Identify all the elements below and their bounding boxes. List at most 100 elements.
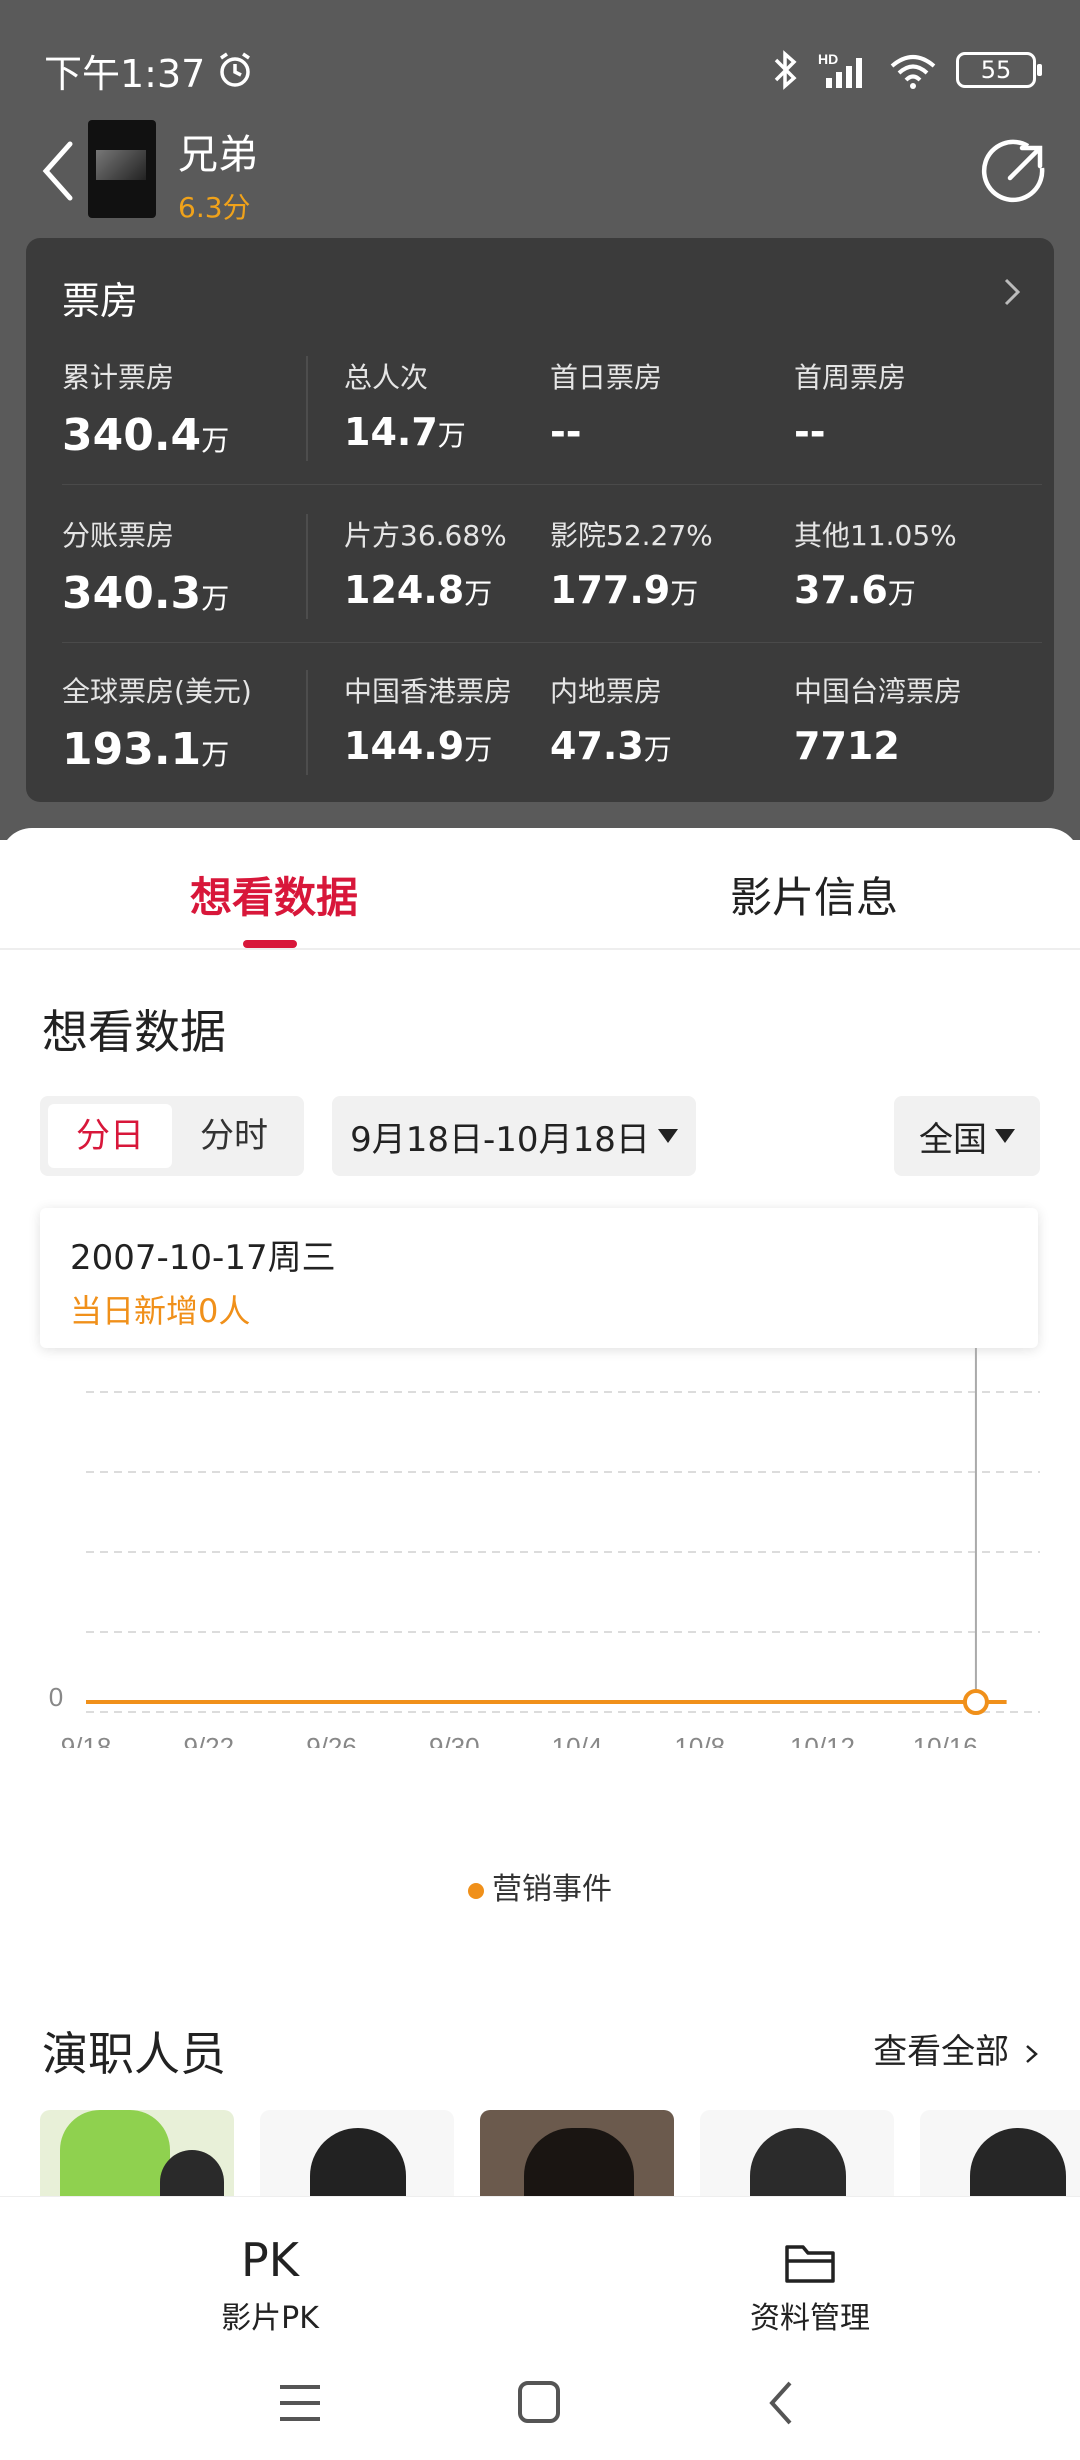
section-title: 想看数据 (42, 1005, 226, 1059)
bo-label: 其他11.05% (794, 519, 957, 552)
box-office-card[interactable]: 票房 累计票房 340.4万 总人次 14.7万 首日票房 -- 首周票房 -- 分账票… (26, 238, 1054, 802)
bo-label: 首日票房 (550, 361, 663, 394)
data-management-label: 资料管理 (750, 2301, 870, 2336)
divider (62, 642, 1042, 643)
cast-photo[interactable] (260, 2110, 454, 2196)
see-all-cast-link[interactable]: 查看全部 (873, 2024, 1040, 2073)
bo-unit: 万 (643, 733, 672, 766)
bo-label: 全球票房(美元) (62, 675, 252, 708)
bo-value: -- (794, 410, 826, 454)
menu-icon[interactable] (280, 2385, 320, 2421)
bo-label: 内地票房 (550, 675, 663, 708)
segment-by-day[interactable]: 分日 (48, 1104, 172, 1168)
x-tick-label: 10/4 (552, 1732, 603, 1748)
x-tick-label: 9/26 (306, 1732, 357, 1748)
bo-unit: 万 (201, 738, 230, 771)
back-icon[interactable] (769, 2381, 792, 2425)
x-tick-label: 9/30 (429, 1732, 480, 1748)
dropdown-caret-icon (657, 1129, 678, 1143)
dropdown-caret-icon (995, 1129, 1015, 1143)
box-office-row: 分账票房 340.3万 片方36.68% 124.8万 影院52.27% 177.9万… (62, 514, 1042, 619)
chart-legend[interactable]: 营销事件 (0, 1864, 1080, 1908)
segment-by-hour[interactable]: 分时 (172, 1104, 296, 1168)
movie-score: 6.3分 (178, 191, 251, 224)
bluetooth-icon (774, 50, 797, 90)
bo-label: 分账票房 (62, 519, 175, 552)
bo-unit: 万 (464, 733, 493, 766)
chevron-right-icon (1004, 278, 1021, 306)
tab-want-data[interactable]: 想看数据 (190, 864, 358, 925)
see-all-label: 查看全部 (873, 2032, 1010, 2072)
bo-label: 总人次 (344, 361, 429, 394)
box-office-row: 全球票房(美元) 193.1万 中国香港票房 144.9万 内地票房 47.3万 中国… (62, 670, 1042, 775)
granularity-toggle: 分日 分时 (40, 1096, 304, 1176)
movie-title: 兄弟 (178, 132, 258, 178)
want-line-chart[interactable]: 0 9/18 9/22 9/26 9/30 10/4 10/8 10/12 10/16 (0, 1348, 1080, 1748)
bo-value: 37.6 (794, 568, 888, 612)
home-icon[interactable] (518, 2381, 560, 2423)
back-arrow-icon[interactable] (30, 136, 90, 206)
x-tick-label: 10/8 (674, 1732, 725, 1748)
bo-value: 177.9 (550, 568, 671, 612)
data-management-button[interactable]: 资料管理 (700, 2217, 920, 2337)
x-tick-label: 9/22 (183, 1732, 234, 1748)
chart-tooltip: 2007-10-17周三 当日新增0人 (40, 1208, 1038, 1348)
tooltip-date: 2007-10-17周三 (70, 1238, 336, 1278)
bo-label: 累计票房 (62, 361, 175, 394)
data-point (962, 1689, 989, 1715)
region-dropdown[interactable]: 全国 (894, 1096, 1040, 1176)
cast-photo[interactable] (480, 2110, 674, 2196)
cast-photo[interactable] (40, 2110, 234, 2196)
movie-poster[interactable] (88, 120, 156, 218)
x-tick-label: 10/12 (790, 1732, 855, 1748)
bo-unit: 万 (437, 419, 466, 452)
bo-unit: 万 (670, 577, 699, 610)
pk-icon: PK (241, 2233, 299, 2287)
tab-movie-info[interactable]: 影片信息 (730, 864, 898, 925)
y-tick-label: 0 (49, 1682, 63, 1712)
svg-text:HD: HD (818, 51, 838, 67)
bo-value: 7712 (794, 724, 900, 768)
bo-unit: 万 (887, 577, 916, 610)
cast-list (40, 2110, 1080, 2196)
status-time: 下午1:37 (44, 51, 206, 96)
share-icon[interactable] (980, 138, 1050, 208)
date-range-label: 9月18日-10月18日 (350, 1119, 650, 1160)
cast-photo[interactable] (700, 2110, 894, 2196)
region-label: 全国 (919, 1119, 987, 1160)
bo-value: 14.7 (344, 410, 438, 454)
bottom-toolbar: PK 影片PK 资料管理 (0, 2196, 1080, 2460)
movie-pk-label: 影片PK (221, 2301, 319, 2336)
box-office-row: 累计票房 340.4万 总人次 14.7万 首日票房 -- 首周票房 -- (62, 356, 1042, 461)
bo-label: 中国香港票房 (344, 675, 513, 708)
tooltip-value: 当日新增0人 (70, 1292, 251, 1330)
bo-label: 中国台湾票房 (794, 675, 963, 708)
bo-label: 影院52.27% (550, 519, 713, 552)
status-bar: 下午1:37 HD 55 (44, 40, 1042, 100)
content-sheet: 想看数据 影片信息 想看数据 分日 分时 9月18日-10月18日 全国 200… (0, 828, 1080, 2196)
bo-label: 首周票房 (794, 361, 907, 394)
cast-title: 演职人员 (42, 2027, 226, 2081)
bo-value: 193.1 (62, 724, 202, 775)
bo-value: 144.9 (344, 724, 465, 768)
legend-label: 营销事件 (492, 1872, 612, 1907)
folder-icon (785, 2245, 835, 2283)
chevron-right-icon (1026, 2044, 1038, 2063)
x-tick-label: 9/18 (61, 1732, 112, 1748)
bo-unit: 万 (201, 582, 230, 615)
legend-dot (468, 1882, 484, 1899)
movie-navbar: 兄弟 6.3分 (0, 118, 1080, 228)
header-region: 下午1:37 HD 55 兄弟 6.3分 票房 累计票房 340.4万 总人次 … (0, 0, 1080, 840)
movie-pk-button[interactable]: PK 影片PK (160, 2217, 380, 2337)
bo-unit: 万 (201, 424, 230, 457)
battery-level: 55 (980, 56, 1012, 84)
bo-value: 340.3 (62, 568, 202, 619)
date-range-dropdown[interactable]: 9月18日-10月18日 (332, 1096, 696, 1176)
bo-value: 124.8 (344, 568, 465, 612)
bo-unit: 万 (464, 577, 493, 610)
cast-photo[interactable] (920, 2110, 1080, 2196)
divider (62, 484, 1042, 485)
tab-bar: 想看数据 影片信息 (0, 828, 1080, 950)
bo-label: 片方36.68% (344, 519, 507, 552)
cellular-signal-icon: HD (818, 51, 862, 88)
